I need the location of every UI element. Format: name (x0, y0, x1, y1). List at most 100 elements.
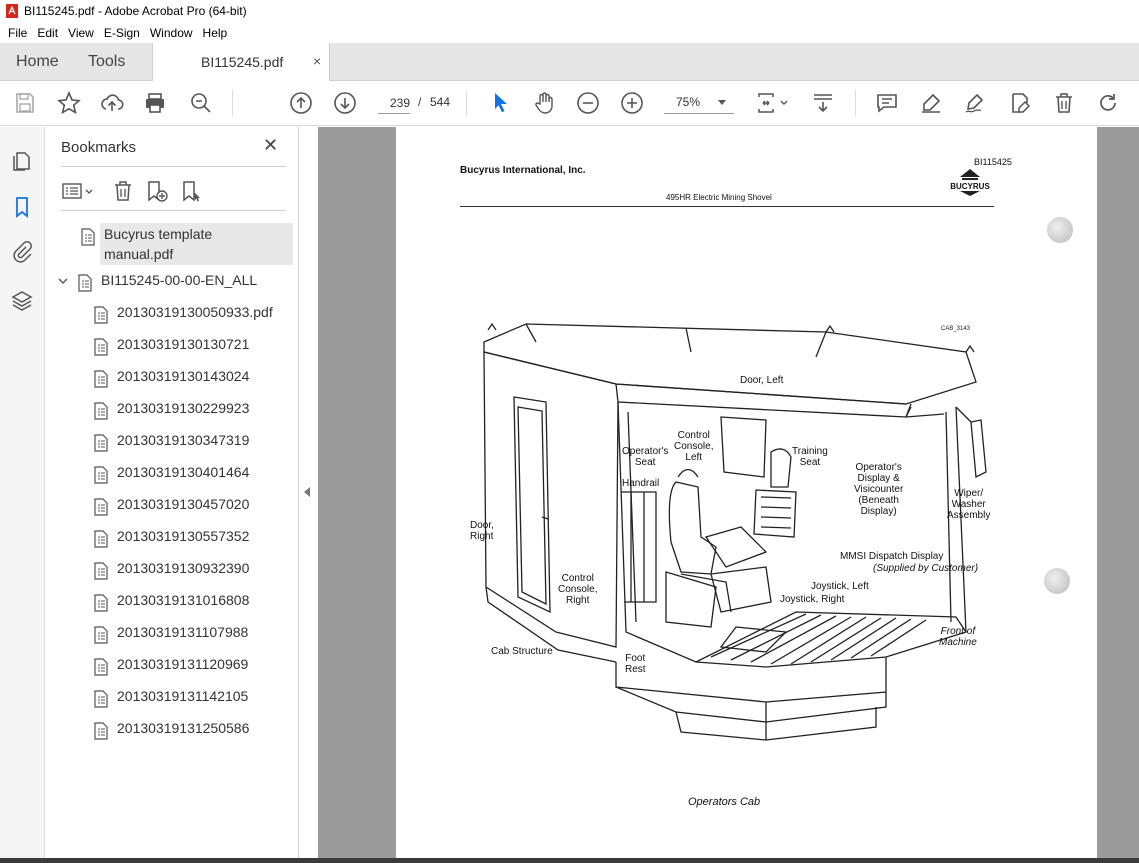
bookmark-doc-icon (94, 370, 108, 388)
divider (61, 166, 286, 167)
label-handrail: Handrail (622, 478, 660, 489)
attachment-icon[interactable] (10, 240, 34, 264)
delete-icon[interactable] (1052, 91, 1076, 115)
tab-document[interactable]: BI115245.pdf × (152, 43, 330, 82)
bookmark-label: 20130319130401464 (117, 464, 250, 480)
bookmark-doc-icon (94, 306, 108, 324)
pages-thumbnail-icon[interactable] (10, 149, 34, 173)
bookmark-doc-icon (94, 338, 108, 356)
page-subtitle: 495HR Electric Mining Shovel (666, 193, 772, 202)
bookmark-label: Bucyrus template (104, 226, 213, 242)
menu-help[interactable]: Help (203, 26, 228, 40)
pdf-page: Bucyrus International, Inc. BI115425 BUC… (396, 127, 1097, 863)
print-icon[interactable] (143, 91, 167, 115)
bookmark-options-icon[interactable] (61, 179, 95, 203)
bookmark-label: 20130319130229923 (117, 400, 250, 416)
hand-icon[interactable] (532, 91, 556, 115)
bookmark-label: 20130319131142105 (117, 688, 249, 704)
figure-caption: Operators Cab (688, 796, 761, 808)
save-icon[interactable] (13, 91, 37, 115)
bookmark-doc-icon (81, 228, 95, 246)
page-number-input[interactable] (378, 92, 410, 114)
title-bar: BI115245.pdf - Adobe Acrobat Pro (64-bit… (0, 0, 1139, 22)
page-doc-number: BI115425 (974, 157, 1012, 167)
bookmark-label: BI115245-00-00-EN_ALL (101, 272, 258, 288)
logo-text: BUCYRUS (950, 182, 990, 191)
bookmark-label: 20130319131016808 (117, 592, 250, 608)
layers-icon[interactable] (10, 289, 34, 313)
label-door-right: Door, Right (470, 520, 494, 542)
new-bookmark-from-structure-icon[interactable] (180, 179, 204, 203)
bookmark-doc-icon (94, 722, 108, 740)
tab-home[interactable]: Home (16, 53, 59, 71)
page-header-company: Bucyrus International, Inc. (460, 165, 586, 176)
bookmark-label: 20130319130143024 (117, 368, 250, 384)
label-foot-rest: Foot Rest (625, 653, 646, 675)
menu-edit[interactable]: Edit (37, 26, 58, 40)
punch-hole (1047, 217, 1073, 243)
label-cab-structure: Cab Structure (491, 646, 553, 657)
next-page-icon[interactable] (333, 91, 357, 115)
page-separator: / (418, 95, 422, 109)
tab-tools[interactable]: Tools (88, 53, 125, 71)
menu-file[interactable]: File (8, 26, 27, 40)
collapse-panel-arrow[interactable] (304, 487, 310, 497)
tab-bar: Home Tools BI115245.pdf × (0, 43, 1139, 82)
tab-document-label: BI115245.pdf (201, 54, 284, 70)
label-control-console-right: Control Console, Right (558, 573, 598, 606)
menu-window[interactable]: Window (150, 26, 193, 40)
acrobat-icon (6, 4, 18, 18)
select-cursor-icon[interactable] (489, 91, 513, 115)
menu-bar: File Edit View E-Sign Window Help (0, 22, 1139, 43)
bookmark-doc-icon (94, 594, 108, 612)
bookmark-label: 20130319130347319 (117, 432, 250, 448)
zoom-in-icon[interactable] (620, 91, 644, 115)
zoom-search-icon[interactable] (189, 91, 213, 115)
bookmarks-title: Bookmarks (61, 139, 137, 156)
label-mmsi-dispatch: MMSI Dispatch Display (840, 551, 944, 562)
prev-page-icon[interactable] (289, 91, 313, 115)
bucyrus-logo: BUCYRUS (945, 169, 995, 196)
chevron-down-icon[interactable] (57, 275, 69, 287)
bookmark-star-icon[interactable] (57, 91, 81, 115)
header-rule (460, 206, 994, 207)
bookmark-doc-icon (94, 434, 108, 452)
menu-esign[interactable]: E-Sign (104, 26, 140, 40)
total-pages: 544 (430, 95, 451, 109)
edit-pdf-icon[interactable] (1008, 91, 1032, 115)
bookmark-label: 20130319130557352 (117, 528, 250, 544)
bookmark-label: 20130319131120969 (117, 656, 249, 672)
window-title: BI115245.pdf - Adobe Acrobat Pro (64-bit… (24, 4, 247, 18)
bookmark-doc-icon (94, 658, 108, 676)
bookmark-label: 20130319131250586 (117, 720, 250, 736)
bookmark-doc-icon (94, 530, 108, 548)
delete-bookmark-icon[interactable] (111, 179, 135, 203)
redo-icon[interactable] (1096, 91, 1120, 115)
label-operators-display: Operator's Display & Visicounter (Beneat… (854, 462, 904, 517)
punch-hole (1044, 568, 1070, 594)
scroll-mode-icon[interactable] (811, 91, 835, 115)
bookmark-doc-icon (94, 626, 108, 644)
close-icon[interactable]: ✕ (263, 135, 278, 156)
bookmark-icon[interactable] (10, 195, 34, 219)
bookmark-doc-icon (78, 274, 92, 292)
tab-close-button[interactable]: × (313, 53, 321, 69)
label-joystick-right: Joystick, Right (780, 594, 845, 605)
sign-icon[interactable] (963, 91, 987, 115)
bookmark-label: 20130319130130721 (117, 336, 250, 352)
zoom-value: 75% (676, 95, 701, 109)
zoom-select[interactable]: 75% (664, 92, 734, 114)
highlight-icon[interactable] (919, 91, 943, 115)
bookmark-label: 20130319131107988 (117, 624, 249, 640)
bookmark-doc-icon (94, 690, 108, 708)
menu-view[interactable]: View (68, 26, 94, 40)
zoom-out-icon[interactable] (576, 91, 600, 115)
bookmark-label: 20130319130050933.pdf (117, 304, 273, 320)
comment-icon[interactable] (875, 91, 899, 115)
bookmarks-panel: Bookmarks ✕ Bucyrus template manual.pdf … (45, 127, 299, 863)
new-bookmark-icon[interactable] (145, 179, 169, 203)
upload-icon[interactable] (100, 91, 124, 115)
toolbar-separator (855, 90, 856, 116)
label-wiper-washer: Wiper/ Washer Assembly (947, 488, 991, 521)
fit-page-icon[interactable] (755, 91, 789, 115)
